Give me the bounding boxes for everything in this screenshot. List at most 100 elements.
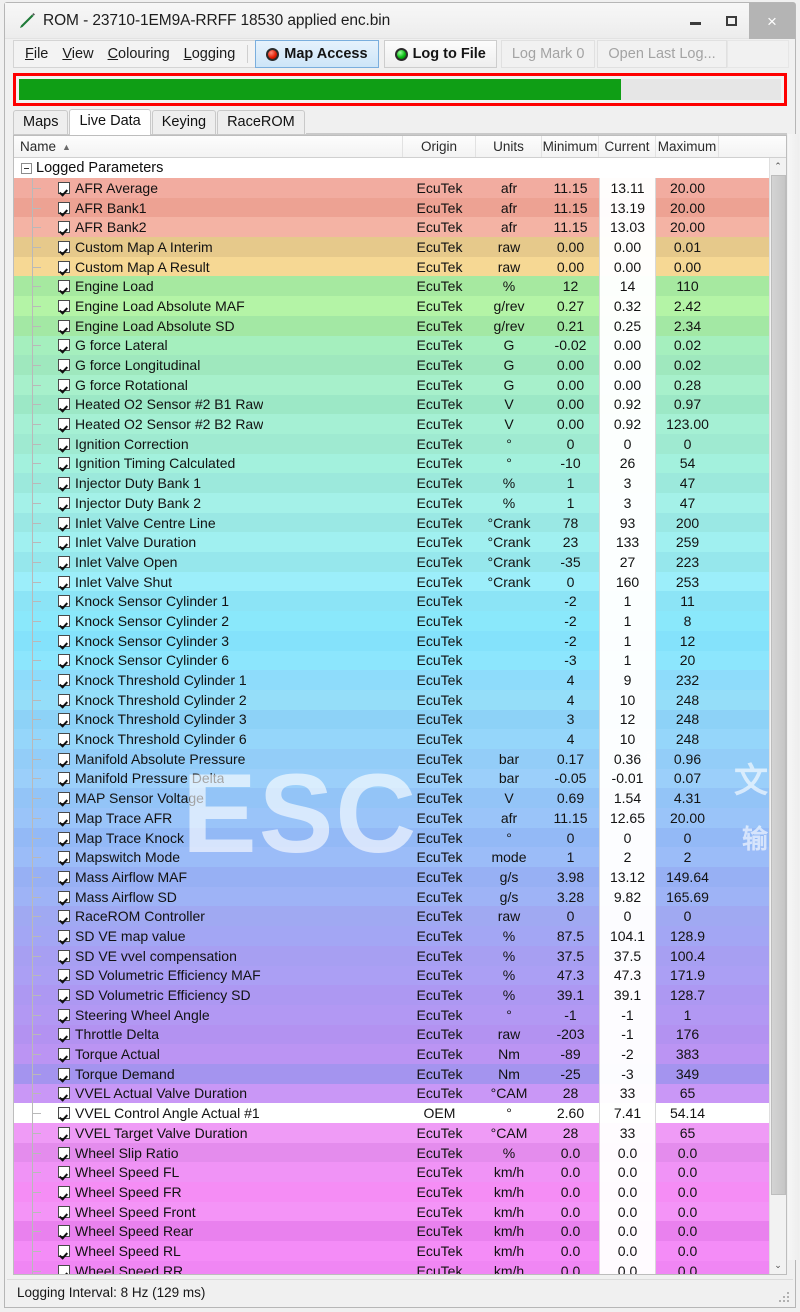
table-row[interactable]: Mass Airflow MAF EcuTek g/s 3.98 13.12 149.64 (14, 867, 786, 887)
table-row[interactable]: Wheel Speed RR EcuTek km/h 0.0 0.0 0.0 (14, 1260, 786, 1274)
column-header-minimum[interactable]: Minimum (542, 136, 599, 157)
table-row[interactable]: Engine Load Absolute MAF EcuTek g/rev 0.27 0… (14, 296, 786, 316)
table-row[interactable]: MAP Sensor Voltage EcuTek V 0.69 1.54 4.31 (14, 788, 786, 808)
row-checkbox[interactable] (58, 614, 70, 627)
row-checkbox[interactable] (58, 398, 70, 411)
table-row[interactable]: Inlet Valve Centre Line EcuTek °Crank 78 93 2… (14, 512, 786, 533)
scrollbar-thumb[interactable] (770, 175, 786, 1195)
row-checkbox[interactable] (58, 929, 70, 942)
menu-item-file[interactable]: File (18, 44, 55, 65)
table-row[interactable]: SD Volumetric Efficiency SD EcuTek% 39.1 39… (14, 985, 786, 1005)
table-row[interactable]: Custom Map A Interim EcuTek raw 0.00 0.00 0.0… (14, 237, 786, 257)
table-row[interactable]: Injector Duty Bank 2 EcuTek% 1 3 47 (14, 493, 786, 513)
row-checkbox[interactable] (58, 1087, 70, 1100)
row-checkbox[interactable] (58, 831, 70, 844)
row-checkbox[interactable] (58, 1225, 70, 1238)
table-row[interactable]: Steering Wheel Angle EcuTek ° -1 -1 1 (14, 1004, 786, 1025)
table-row[interactable]: AFR Average EcuTek afr 11.15 13.11 20.00 (14, 178, 786, 198)
row-checkbox[interactable] (58, 870, 70, 883)
minimize-button[interactable] (677, 3, 713, 39)
row-checkbox[interactable] (58, 555, 70, 568)
row-checkbox[interactable] (58, 319, 70, 332)
table-row[interactable]: Engine Load EcuTek% 12 14 110 (14, 276, 786, 297)
row-checkbox[interactable] (58, 674, 70, 687)
scroll-down-icon[interactable]: ⌄ (769, 1257, 786, 1274)
tab-maps[interactable]: Maps (13, 110, 69, 134)
table-row[interactable]: Inlet Valve Shut EcuTek °Crank 0 160 253 (14, 571, 786, 592)
table-row[interactable]: G force Rotational EcuTek G 0.00 0.00 0.28 (14, 374, 786, 395)
row-checkbox[interactable] (58, 437, 70, 450)
row-checkbox[interactable] (58, 260, 70, 273)
table-row[interactable]: RaceROM Controller EcuTek raw 0 0 0 (14, 906, 786, 927)
collapse-group-icon[interactable] (21, 162, 32, 174)
row-checkbox[interactable] (58, 339, 70, 352)
row-checkbox[interactable] (58, 1048, 70, 1061)
table-row[interactable]: Mass Airflow SD EcuTek g/s 3.28 9.82 165.69 (14, 886, 786, 907)
row-checkbox[interactable] (58, 949, 70, 962)
table-row[interactable]: Wheel Speed Rear EcuTek km/h 0.0 0.0 0.0 (14, 1221, 786, 1242)
row-checkbox[interactable] (58, 752, 70, 765)
table-row[interactable]: Knock Sensor Cylinder 2 EcuTek -2 1 8 (14, 611, 786, 631)
grid-vertical-scrollbar[interactable]: ⌃ ⌄ (769, 158, 786, 1274)
table-row[interactable]: SD Volumetric Efficiency MAF EcuTek% 47.3 4… (14, 965, 786, 986)
column-header-maximum[interactable]: Maximum (656, 136, 719, 157)
row-checkbox[interactable] (58, 1264, 70, 1274)
table-row[interactable]: Torque Actual EcuTek Nm -89 -2 383 (14, 1044, 786, 1064)
row-checkbox[interactable] (58, 969, 70, 982)
table-row[interactable]: Map Trace AFR EcuTek afr 11.15 12.65 20.00 (14, 808, 786, 828)
row-checkbox[interactable] (58, 201, 70, 214)
table-row[interactable]: Throttle Delta EcuTek raw -203 -1 176 (14, 1024, 786, 1045)
row-checkbox[interactable] (58, 1244, 70, 1257)
column-header-units[interactable]: Units (476, 136, 542, 157)
row-checkbox[interactable] (58, 772, 70, 785)
table-row[interactable]: VVEL Target Valve Duration EcuTek °CAM 28 33… (14, 1123, 786, 1143)
table-row[interactable]: Torque Demand EcuTek Nm -25 -3 349 (14, 1063, 786, 1084)
row-checkbox[interactable] (58, 1107, 70, 1120)
resize-grip-icon[interactable] (779, 1292, 789, 1302)
scrollbar-track[interactable] (770, 1195, 787, 1257)
table-row[interactable]: Manifold Absolute Pressure EcuTek bar 0.17 0… (14, 748, 786, 769)
table-row[interactable]: Knock Threshold Cylinder 2 EcuTek 4 10 248 (14, 689, 786, 710)
table-row[interactable]: G force Longitudinal EcuTek G 0.00 0.00 0.02 (14, 355, 786, 375)
row-checkbox[interactable] (58, 221, 70, 234)
column-header-current[interactable]: Current (599, 136, 656, 157)
row-checkbox[interactable] (58, 181, 70, 194)
grid-rows-area[interactable]: Logged Parameters AFR Average EcuTek afr 11… (14, 158, 786, 1274)
row-checkbox[interactable] (58, 811, 70, 824)
row-checkbox[interactable] (58, 1166, 70, 1179)
row-checkbox[interactable] (58, 516, 70, 529)
row-checkbox[interactable] (58, 713, 70, 726)
row-checkbox[interactable] (58, 851, 70, 864)
table-row[interactable]: Manifold Pressure Delta EcuTek bar -0.05 -0.… (14, 768, 786, 789)
row-checkbox[interactable] (58, 733, 70, 746)
row-checkbox[interactable] (58, 1205, 70, 1218)
row-checkbox[interactable] (58, 1126, 70, 1139)
row-checkbox[interactable] (58, 1067, 70, 1080)
row-checkbox[interactable] (58, 634, 70, 647)
table-row[interactable]: Wheel Speed Front EcuTek km/h 0.0 0.0 0.0 (14, 1201, 786, 1222)
table-row[interactable]: Injector Duty Bank 1 EcuTek% 1 3 47 (14, 473, 786, 493)
menu-item-colouring[interactable]: Colouring (101, 44, 177, 65)
table-row[interactable]: AFR Bank2 EcuTek afr 11.15 13.03 20.00 (14, 217, 786, 238)
table-row[interactable]: Heated O2 Sensor #2 B1 Raw EcuTek V 0.00 0.9… (14, 394, 786, 415)
row-checkbox[interactable] (58, 1008, 70, 1021)
table-row[interactable]: Knock Sensor Cylinder 3 EcuTek -2 1 12 (14, 630, 786, 651)
tab-raceroom[interactable]: RaceROM (217, 110, 305, 134)
maximize-button[interactable] (713, 3, 749, 39)
table-row[interactable]: Mapswitch Mode EcuTek mode 1 2 2 (14, 847, 786, 868)
table-row[interactable]: Inlet Valve Duration EcuTek °Crank 23 133 259 (14, 532, 786, 553)
table-row[interactable]: Custom Map A Result EcuTek raw 0.00 0.00 0.00 (14, 256, 786, 277)
row-checkbox[interactable] (58, 477, 70, 490)
table-row[interactable]: Wheel Speed FL EcuTek km/h 0.0 0.0 0.0 (14, 1162, 786, 1183)
row-checkbox[interactable] (58, 536, 70, 549)
close-button[interactable]: × (749, 3, 795, 39)
row-checkbox[interactable] (58, 418, 70, 431)
table-row[interactable]: Wheel Slip Ratio EcuTek% 0.0 0.0 0.0 (14, 1142, 786, 1163)
scroll-up-icon[interactable]: ⌃ (769, 158, 786, 175)
row-checkbox[interactable] (58, 457, 70, 470)
table-row[interactable]: SD VE map value EcuTek% 87.5 104.1 128.9 (14, 926, 786, 946)
row-checkbox[interactable] (58, 1028, 70, 1041)
table-row[interactable]: Knock Threshold Cylinder 3 EcuTek 3 12 248 (14, 709, 786, 730)
row-checkbox[interactable] (58, 693, 70, 706)
menu-item-view[interactable]: View (55, 44, 100, 65)
